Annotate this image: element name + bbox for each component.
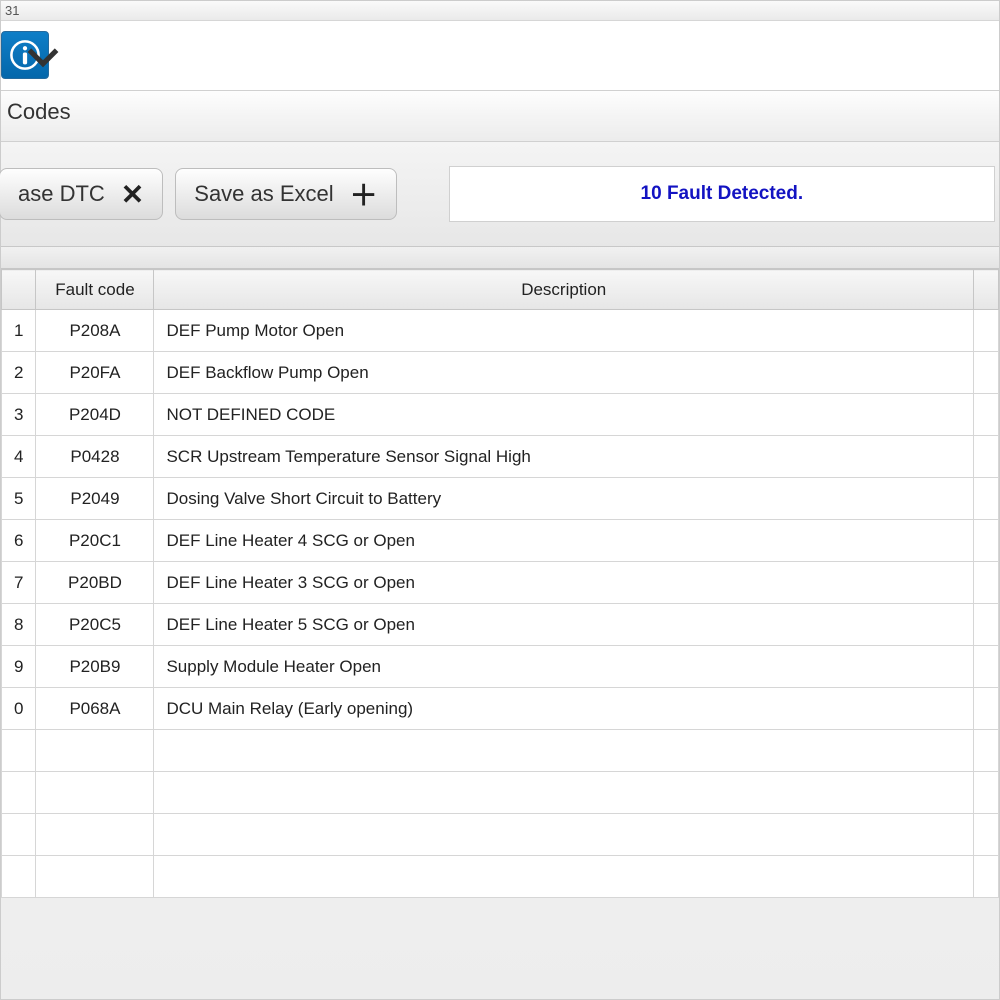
row-fault-code: P068A <box>36 688 154 730</box>
row-description: DEF Line Heater 3 SCG or Open <box>154 562 974 604</box>
erase-dtc-button[interactable]: ase DTC ✕ <box>0 168 163 220</box>
spacer-bar <box>1 247 999 269</box>
chevron-down-icon[interactable] <box>26 40 60 74</box>
row-index: 1 <box>2 310 36 352</box>
row-index: 5 <box>2 478 36 520</box>
row-fault-code: P20FA <box>36 352 154 394</box>
row-fault-code: P204D <box>36 394 154 436</box>
title-bar: 31 <box>1 1 999 21</box>
info-button[interactable] <box>1 31 49 79</box>
section-label-text: Codes <box>7 99 71 124</box>
table-row[interactable]: 3P204DNOT DEFINED CODE <box>2 394 999 436</box>
row-index: 0 <box>2 688 36 730</box>
row-description: DEF Line Heater 5 SCG or Open <box>154 604 974 646</box>
action-toolbar: ase DTC ✕ Save as Excel ＋ 10 Fault Detec… <box>1 142 999 247</box>
table-row-empty <box>2 772 999 814</box>
section-label: Codes <box>1 91 999 142</box>
row-extra <box>974 646 999 688</box>
main-window: 31 Codes ase DTC ✕ Save as Excel ＋ 10 Fa… <box>0 0 1000 1000</box>
table-row[interactable]: 1P208ADEF Pump Motor Open <box>2 310 999 352</box>
row-index: 8 <box>2 604 36 646</box>
header-index[interactable] <box>2 270 36 310</box>
row-extra <box>974 520 999 562</box>
row-description: SCR Upstream Temperature Sensor Signal H… <box>154 436 974 478</box>
save-excel-label: Save as Excel <box>194 181 333 207</box>
toolbar-strip <box>1 21 999 91</box>
fault-table: Fault code Description 1P208ADEF Pump Mo… <box>1 269 999 898</box>
erase-dtc-label: ase DTC <box>18 181 105 207</box>
header-extra[interactable] <box>974 270 999 310</box>
row-extra <box>974 352 999 394</box>
row-description: Supply Module Heater Open <box>154 646 974 688</box>
row-extra <box>974 688 999 730</box>
row-fault-code: P208A <box>36 310 154 352</box>
close-icon: ✕ <box>121 178 144 211</box>
row-description: DEF Line Heater 4 SCG or Open <box>154 520 974 562</box>
table-row[interactable]: 5P2049Dosing Valve Short Circuit to Batt… <box>2 478 999 520</box>
row-description: DEF Pump Motor Open <box>154 310 974 352</box>
header-fault-code[interactable]: Fault code <box>36 270 154 310</box>
row-extra <box>974 562 999 604</box>
row-index: 6 <box>2 520 36 562</box>
row-extra <box>974 604 999 646</box>
row-fault-code: P0428 <box>36 436 154 478</box>
header-description[interactable]: Description <box>154 270 974 310</box>
row-index: 9 <box>2 646 36 688</box>
table-row[interactable]: 7P20BDDEF Line Heater 3 SCG or Open <box>2 562 999 604</box>
table-row[interactable]: 6P20C1DEF Line Heater 4 SCG or Open <box>2 520 999 562</box>
table-row[interactable]: 8P20C5DEF Line Heater 5 SCG or Open <box>2 604 999 646</box>
row-description: DEF Backflow Pump Open <box>154 352 974 394</box>
table-row-empty <box>2 730 999 772</box>
row-index: 3 <box>2 394 36 436</box>
row-index: 4 <box>2 436 36 478</box>
row-description: DCU Main Relay (Early opening) <box>154 688 974 730</box>
save-excel-button[interactable]: Save as Excel ＋ <box>175 168 396 220</box>
table-row[interactable]: 9P20B9Supply Module Heater Open <box>2 646 999 688</box>
row-extra <box>974 310 999 352</box>
table-row-empty <box>2 814 999 856</box>
table-row[interactable]: 4P0428SCR Upstream Temperature Sensor Si… <box>2 436 999 478</box>
row-fault-code: P20B9 <box>36 646 154 688</box>
row-index: 7 <box>2 562 36 604</box>
plus-icon: ＋ <box>350 174 378 214</box>
row-fault-code: P20BD <box>36 562 154 604</box>
table-row[interactable]: 2P20FADEF Backflow Pump Open <box>2 352 999 394</box>
fault-status-text: 10 Fault Detected. <box>641 183 804 205</box>
row-index: 2 <box>2 352 36 394</box>
row-description: Dosing Valve Short Circuit to Battery <box>154 478 974 520</box>
row-fault-code: P20C5 <box>36 604 154 646</box>
row-description: NOT DEFINED CODE <box>154 394 974 436</box>
row-extra <box>974 436 999 478</box>
row-extra <box>974 478 999 520</box>
fault-status: 10 Fault Detected. <box>449 166 995 222</box>
table-row-empty <box>2 856 999 898</box>
title-text: 31 <box>5 3 19 18</box>
row-extra <box>974 394 999 436</box>
row-fault-code: P20C1 <box>36 520 154 562</box>
table-row[interactable]: 0P068ADCU Main Relay (Early opening) <box>2 688 999 730</box>
row-fault-code: P2049 <box>36 478 154 520</box>
table-header-row: Fault code Description <box>2 270 999 310</box>
